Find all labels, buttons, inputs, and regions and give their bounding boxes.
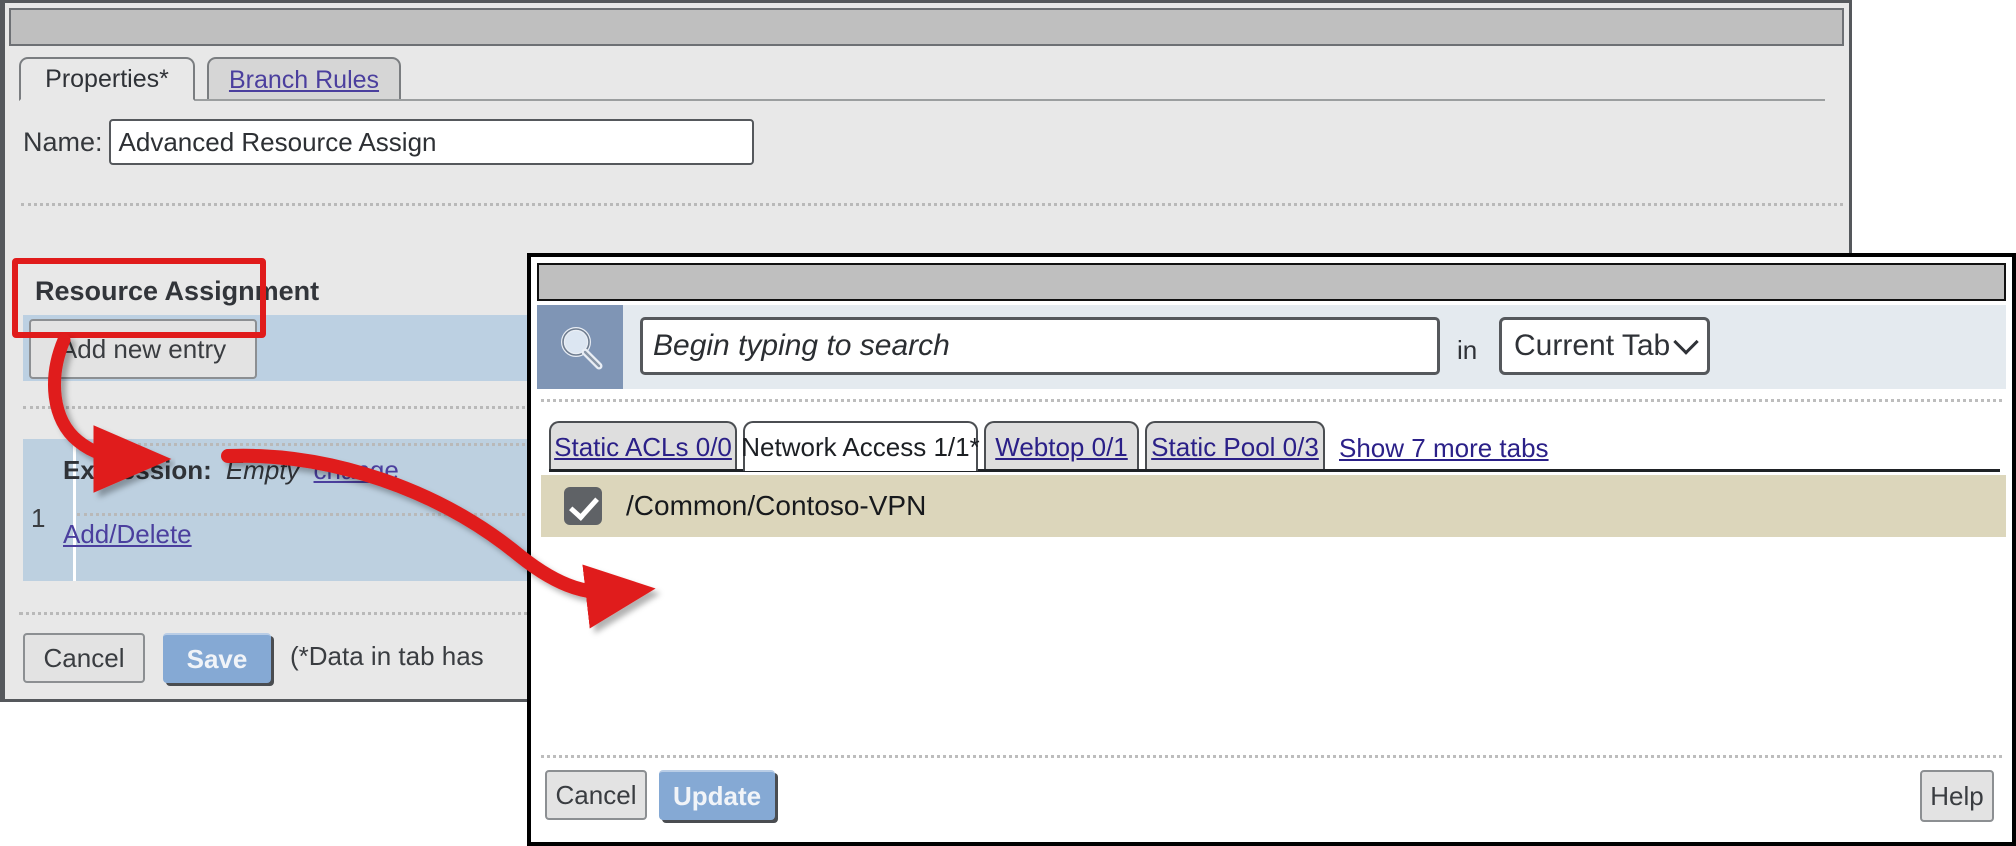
tab-network-access-label: Network Access 1/1* (741, 431, 980, 462)
add-delete-link[interactable]: Add/Delete (63, 519, 192, 549)
entry-resources-line: Add/Delete (63, 519, 192, 550)
window1-tabstrip: Properties* Branch Rules (19, 51, 1849, 101)
search-scope-label: in (1457, 335, 1478, 365)
search-input[interactable]: Begin typing to search (640, 317, 1440, 375)
search-scope-value: Current Tab (1514, 329, 1671, 362)
name-row: Name: Advanced Resource Assign (23, 119, 754, 165)
tab-properties-label: Properties* (45, 64, 169, 93)
cancel-button-2-label: Cancel (555, 779, 637, 810)
update-button-label: Update (672, 780, 762, 811)
save-button-label: Save (186, 643, 248, 674)
update-button[interactable]: Update (659, 770, 775, 820)
tab-properties[interactable]: Properties* (19, 57, 195, 101)
window2-footer: Cancel Update Help (531, 758, 2012, 842)
resource-picker-window: Begin typing to search in Current Tab St… (527, 253, 2016, 846)
entry-index: 1 (31, 503, 46, 533)
name-label: Name: (23, 126, 103, 157)
cancel-button[interactable]: Cancel (23, 633, 145, 683)
show-more-tabs-link[interactable]: Show 7 more tabs (1339, 433, 1549, 464)
tabstrip-underline (19, 99, 1825, 101)
name-input[interactable]: Advanced Resource Assign (108, 119, 754, 165)
chevron-down-icon (1673, 329, 1699, 355)
cancel-button-2[interactable]: Cancel (545, 770, 647, 820)
window2-tabstrip: Static ACLs 0/0 Network Access 1/1* Webt… (549, 417, 2002, 477)
result-checkbox[interactable] (564, 487, 602, 525)
save-note-text: (*Data in tab has (290, 641, 484, 671)
tab-webtop[interactable]: Webtop 0/1 (984, 421, 1139, 471)
result-label: /Common/Contoso-VPN (626, 490, 927, 521)
search-icon[interactable] (537, 305, 623, 389)
separator-under-name (21, 203, 1843, 206)
section-title-resource-assignment: Resource Assignment (35, 276, 320, 306)
add-new-entry-button[interactable]: Add new entry (29, 319, 257, 379)
search-scope-select[interactable]: Current Tab (1499, 317, 1710, 375)
tab-webtop-label: Webtop 0/1 (995, 431, 1128, 462)
screenshot-root: Properties* Branch Rules Name: Advanced … (0, 0, 2016, 846)
save-button[interactable]: Save (163, 633, 271, 683)
result-row[interactable]: /Common/Contoso-VPN (541, 475, 2006, 537)
tab-branch-rules-label: Branch Rules (228, 65, 380, 94)
separator-under-search (541, 399, 2002, 402)
window2-titlebar (537, 263, 2006, 301)
entry-expression-line: Expression: Empty change (63, 455, 399, 486)
expression-label: Expression: (63, 455, 212, 485)
tab-static-acls-label: Static ACLs 0/0 (554, 431, 732, 462)
expression-change-link[interactable]: change (314, 455, 399, 486)
tab-static-acls[interactable]: Static ACLs 0/0 (549, 421, 737, 471)
window1-titlebar (9, 8, 1844, 46)
tab-network-access[interactable]: Network Access 1/1* (741, 421, 980, 471)
add-new-entry-label: Add new entry (59, 333, 227, 364)
resource-entry-1: 1 Expression: Empty change Add/Delete (23, 445, 513, 580)
tab-static-pool-label: Static Pool 0/3 (1151, 431, 1319, 462)
help-button[interactable]: Help (1920, 770, 1994, 822)
cancel-button-label: Cancel (43, 642, 125, 673)
expression-value: Empty (225, 455, 300, 485)
tab-static-pool[interactable]: Static Pool 0/3 (1145, 421, 1325, 471)
tab-branch-rules[interactable]: Branch Rules (207, 57, 401, 101)
help-button-label: Help (1930, 780, 1984, 811)
search-bar: Begin typing to search in Current Tab (537, 305, 2006, 389)
